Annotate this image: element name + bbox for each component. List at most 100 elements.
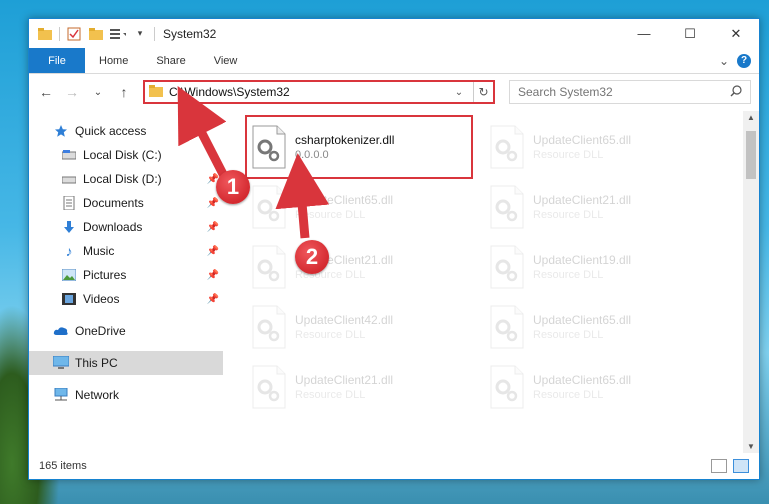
dll-file-icon: [251, 245, 287, 289]
dll-file-icon: [251, 185, 287, 229]
sidebar-item-local-disk-c[interactable]: Local Disk (C:): [29, 143, 223, 167]
sidebar-item-label: Documents: [83, 196, 144, 210]
file-text: UpdateClient65.dll Resource DLL: [533, 133, 631, 161]
details-view-icon[interactable]: [711, 459, 727, 473]
sidebar-item-local-disk-d[interactable]: Local Disk (D:) 📌: [29, 167, 223, 191]
drive-icon: [61, 171, 77, 187]
dropdown-arrow-icon[interactable]: ▾: [132, 27, 148, 41]
file-item[interactable]: UpdateClient21.dll Resource DLL: [485, 177, 723, 237]
star-icon: [53, 123, 69, 139]
tiles-view-icon[interactable]: [733, 459, 749, 473]
file-item[interactable]: UpdateClient42.dll Resource DLL: [247, 297, 485, 357]
view-buttons: [711, 459, 749, 473]
sidebar-item-quick-access[interactable]: Quick access: [29, 119, 223, 143]
address-dropdown-icon[interactable]: ⌄: [451, 87, 467, 98]
file-item[interactable]: UpdateClient21.dll Resource DLL: [247, 357, 485, 417]
network-icon: [53, 387, 69, 403]
file-text: csharptokenizer.dll 0.0.0.0: [295, 133, 394, 161]
file-name: UpdateClient65.dll: [295, 193, 394, 207]
search-box[interactable]: [509, 80, 751, 104]
videos-icon: [61, 291, 77, 307]
file-item[interactable]: UpdateClient65.dll Resource DLL: [247, 177, 485, 237]
tab-share[interactable]: Share: [142, 48, 199, 73]
file-description: Resource DLL: [533, 389, 604, 401]
address-bar[interactable]: C:\Windows\System32 ⌄ ↻: [143, 80, 495, 104]
expand-ribbon-icon[interactable]: ⌄: [719, 54, 729, 68]
file-text: UpdateClient65.dll Resource DLL: [295, 193, 393, 221]
minimize-button[interactable]: —: [621, 19, 667, 48]
window-title: System32: [163, 26, 217, 41]
sidebar-item-pictures[interactable]: Pictures 📌: [29, 263, 223, 287]
sidebar-item-label: Videos: [83, 292, 120, 306]
file-description: Resource DLL: [533, 269, 604, 281]
cloud-icon: [53, 323, 69, 339]
file-item[interactable]: UpdateClient65.dll Resource DLL: [485, 117, 723, 177]
file-item[interactable]: UpdateClient65.dll Resource DLL: [485, 297, 723, 357]
back-button[interactable]: ←: [35, 81, 57, 103]
navigation-bar: ← → ⌄ ↑ C:\Windows\System32 ⌄ ↻: [29, 74, 759, 110]
address-path[interactable]: C:\Windows\System32: [169, 85, 445, 99]
scroll-down-icon[interactable]: ▼: [743, 442, 759, 451]
sidebar-item-videos[interactable]: Videos 📌: [29, 287, 223, 311]
item-count: 165 items: [39, 460, 87, 472]
ribbon-tabs: File Home Share View ⌄ ?: [29, 48, 759, 74]
dll-file-icon: [251, 305, 287, 349]
sidebar-item-label: OneDrive: [75, 324, 126, 338]
folder-icon[interactable]: [37, 27, 53, 41]
file-text: UpdateClient21.dll Resource DLL: [295, 373, 393, 401]
sidebar-item-label: Downloads: [83, 220, 143, 234]
file-item[interactable]: UpdateClient65.dll Resource DLL: [485, 357, 723, 417]
file-text: UpdateClient65.dll Resource DLL: [533, 313, 631, 341]
close-button[interactable]: ✕: [713, 19, 759, 48]
help-icon[interactable]: ?: [737, 53, 751, 68]
pin-icon[interactable]: 📌: [207, 222, 219, 233]
pin-icon[interactable]: 📌: [207, 270, 219, 281]
toolbar-divider: [59, 26, 60, 41]
sidebar-item-this-pc[interactable]: This PC: [29, 351, 223, 375]
customize-toolbar-icon[interactable]: [110, 27, 126, 41]
file-item[interactable]: UpdateClient21.dll Resource DLL: [247, 237, 485, 297]
search-icon[interactable]: [730, 84, 742, 100]
file-description: Resource DLL: [533, 329, 604, 341]
sidebar-item-label: Local Disk (D:): [83, 172, 162, 186]
sidebar-item-documents[interactable]: Documents 📌: [29, 191, 223, 215]
up-button[interactable]: ↑: [113, 81, 135, 103]
sidebar-item-downloads[interactable]: Downloads 📌: [29, 215, 223, 239]
main-area: Quick access Local Disk (C:) Local Disk …: [29, 111, 759, 453]
tab-home[interactable]: Home: [85, 48, 142, 73]
file-description: Resource DLL: [295, 389, 366, 401]
vertical-scrollbar[interactable]: ▲ ▼: [743, 111, 759, 453]
sidebar-item-label: Music: [83, 244, 115, 258]
sidebar-item-label: Local Disk (C:): [83, 148, 162, 162]
file-description: Resource DLL: [533, 209, 604, 221]
properties-icon[interactable]: [66, 27, 82, 41]
forward-button[interactable]: →: [61, 81, 83, 103]
sidebar-item-network[interactable]: Network: [29, 383, 223, 407]
documents-icon: [61, 195, 77, 211]
file-name: UpdateClient21.dll: [533, 193, 632, 207]
maximize-button[interactable]: ☐: [667, 19, 713, 48]
pin-icon[interactable]: 📌: [207, 294, 219, 305]
sidebar-item-music[interactable]: ♪ Music 📌: [29, 239, 223, 263]
file-item[interactable]: UpdateClient19.dll Resource DLL: [485, 237, 723, 297]
scroll-up-icon[interactable]: ▲: [743, 113, 759, 122]
search-input[interactable]: [518, 85, 730, 99]
scrollbar-thumb[interactable]: [746, 131, 756, 179]
file-item-csharptokenizer[interactable]: csharptokenizer.dll 0.0.0.0: [245, 115, 473, 179]
pin-icon[interactable]: 📌: [207, 198, 219, 209]
file-text: UpdateClient42.dll Resource DLL: [295, 313, 393, 341]
file-description: Resource DLL: [533, 149, 604, 161]
sidebar-item-label: This PC: [75, 356, 118, 370]
pin-icon[interactable]: 📌: [207, 246, 219, 257]
sidebar-item-onedrive[interactable]: OneDrive: [29, 319, 223, 343]
refresh-button[interactable]: ↻: [473, 82, 493, 102]
file-text: UpdateClient21.dll Resource DLL: [533, 193, 631, 221]
tab-view[interactable]: View: [200, 48, 252, 73]
tab-file[interactable]: File: [29, 48, 85, 73]
new-folder-icon[interactable]: [88, 27, 104, 41]
recent-locations-button[interactable]: ⌄: [87, 81, 109, 103]
quick-access-toolbar: ▾: [29, 26, 155, 41]
file-description: Resource DLL: [295, 329, 366, 341]
dll-file-icon: [489, 245, 525, 289]
computer-icon: [53, 355, 69, 371]
